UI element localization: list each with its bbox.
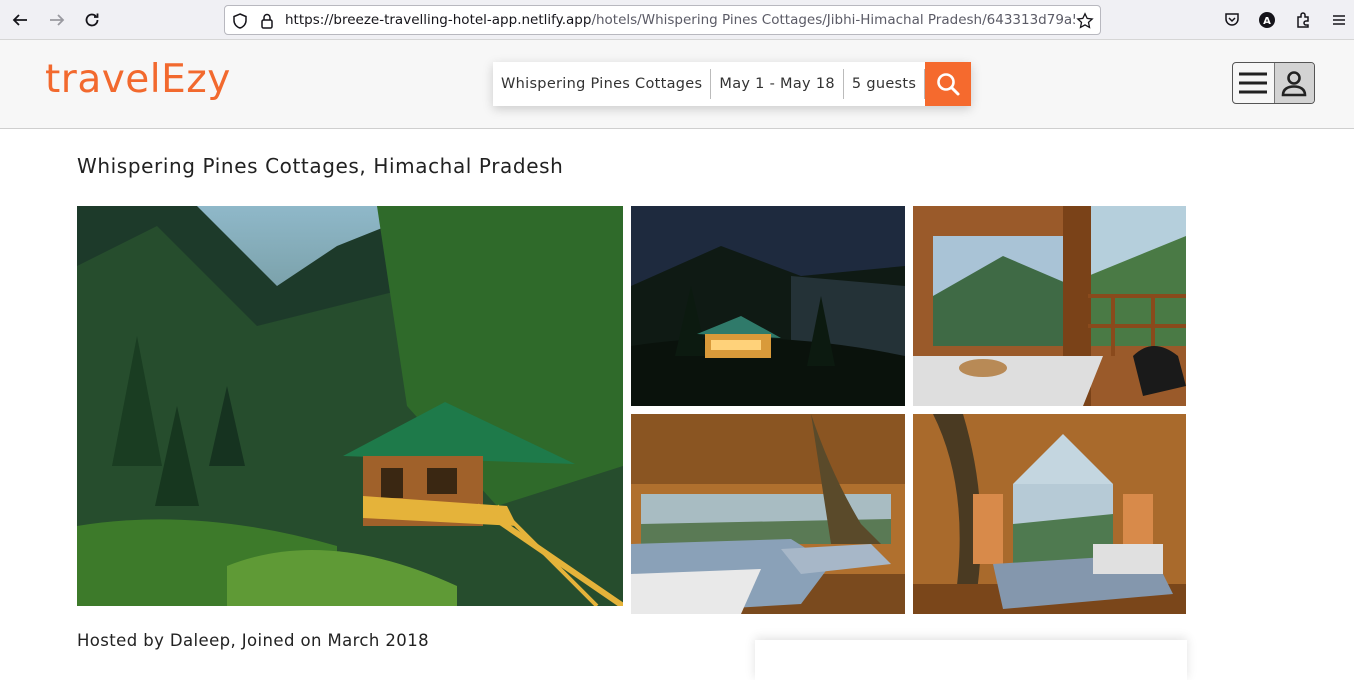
shield-icon[interactable] xyxy=(231,12,249,30)
logo[interactable]: travelEzy xyxy=(45,57,231,102)
star-icon[interactable] xyxy=(1076,12,1094,30)
account-avatar-icon[interactable]: A xyxy=(1255,8,1279,32)
pocket-icon[interactable] xyxy=(1220,8,1244,32)
user-icon xyxy=(1273,63,1314,103)
browser-toolbar: https://breeze-travelling-hotel-app.netl… xyxy=(0,0,1354,40)
url-host: https://breeze-travelling-hotel-app.netl… xyxy=(285,12,592,28)
search-dates[interactable]: May 1 - May 18 xyxy=(711,69,844,99)
search-guests[interactable]: 5 guests xyxy=(844,69,926,99)
reload-icon[interactable] xyxy=(80,8,104,32)
hamburger-menu-icon[interactable] xyxy=(1327,8,1351,32)
url-text[interactable]: https://breeze-travelling-hotel-app.netl… xyxy=(285,12,1075,28)
search-icon xyxy=(937,73,960,96)
site-header: travelEzy Whispering Pines Cottages May … xyxy=(0,40,1354,129)
lock-icon[interactable] xyxy=(258,12,276,30)
address-bar[interactable]: https://breeze-travelling-hotel-app.netl… xyxy=(224,5,1101,35)
extensions-icon[interactable] xyxy=(1291,8,1315,32)
forward-arrow-icon[interactable] xyxy=(45,8,69,32)
search-location[interactable]: Whispering Pines Cottages xyxy=(493,69,712,99)
gallery-photo-night-cottage[interactable] xyxy=(631,206,905,406)
gallery-photo-bedroom-twin[interactable] xyxy=(631,414,905,614)
gallery-main-photo[interactable] xyxy=(77,206,623,606)
page-title: Whispering Pines Cottages, Himachal Prad… xyxy=(77,154,564,178)
gallery-photo-balcony[interactable] xyxy=(913,206,1186,406)
booking-card xyxy=(755,640,1187,680)
search-button[interactable] xyxy=(925,62,972,106)
url-path: /hotels/Whispering Pines Cottages/Jibhi-… xyxy=(591,12,1075,28)
gallery-photo-bedroom-tree[interactable] xyxy=(913,414,1186,614)
svg-text:A: A xyxy=(1263,16,1271,27)
search-bar[interactable]: Whispering Pines Cottages May 1 - May 18… xyxy=(493,62,972,106)
back-arrow-icon[interactable] xyxy=(8,8,32,32)
user-menu-button[interactable] xyxy=(1232,62,1315,104)
host-info: Hosted by Daleep, Joined on March 2018 xyxy=(77,631,429,650)
menu-lines-icon xyxy=(1233,63,1274,103)
